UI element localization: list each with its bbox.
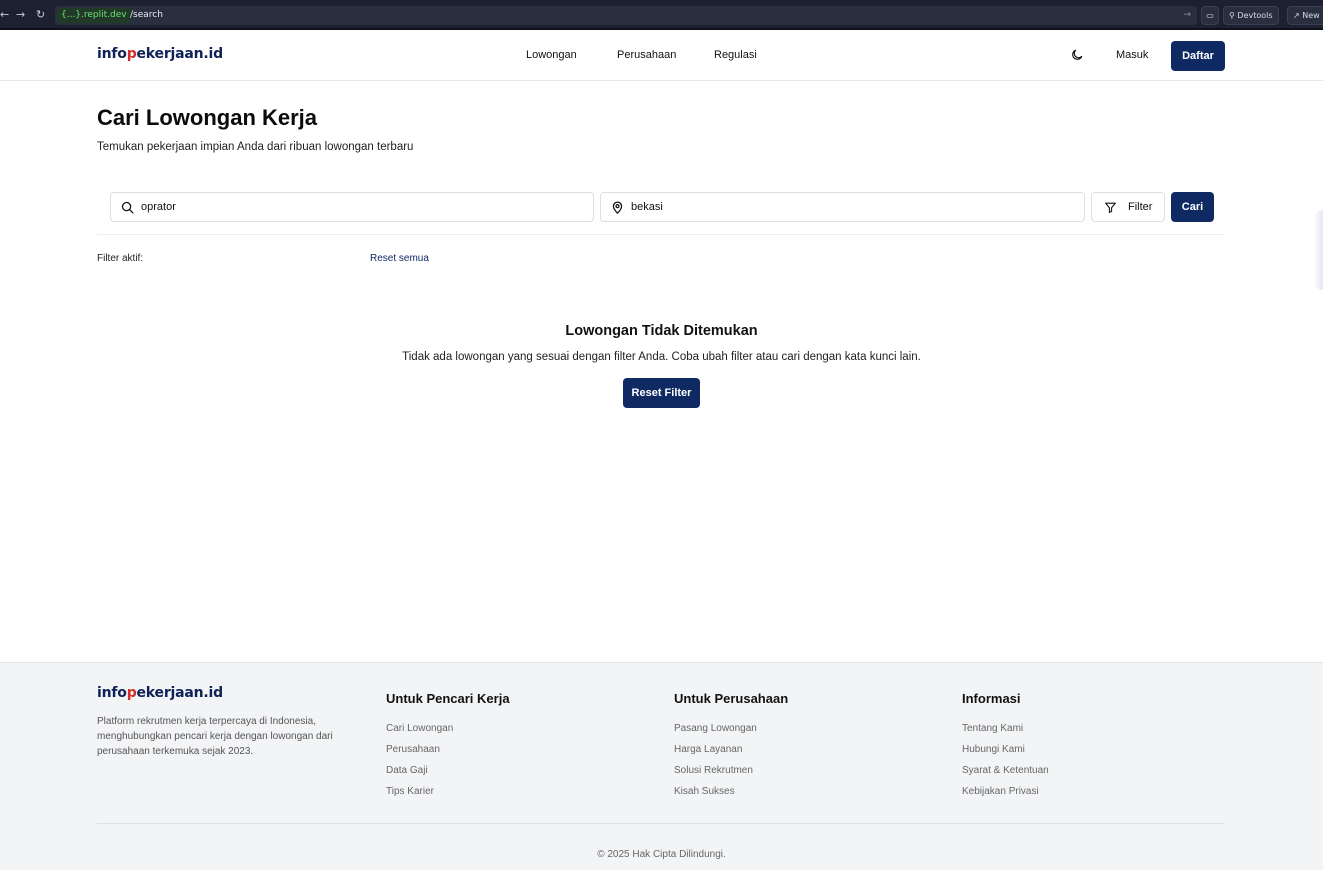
page-subtitle: Temukan pekerjaan impian Anda dari ribua… xyxy=(97,141,414,153)
reload-icon[interactable]: ↻ xyxy=(36,8,45,22)
filter-button[interactable]: Filter xyxy=(1091,192,1165,222)
go-arrow-icon[interactable]: → xyxy=(1183,8,1191,23)
footer-link[interactable]: Harga Layanan xyxy=(674,743,788,764)
location-search-field[interactable] xyxy=(600,192,1085,222)
page-title: Cari Lowongan Kerja xyxy=(97,105,318,130)
footer-heading: Informasi xyxy=(962,691,1021,706)
reset-filter-button[interactable]: Reset Filter xyxy=(623,378,700,408)
footer-column-job-seekers: Untuk Pencari Kerja Cari Lowongan Perusa… xyxy=(386,691,510,806)
footer-link[interactable]: Data Gaji xyxy=(386,764,510,785)
new-tab-button[interactable]: ↗ New xyxy=(1287,6,1323,25)
footer-heading: Untuk Pencari Kerja xyxy=(386,691,510,706)
footer-description: Platform rekrutmen kerja terpercaya di I… xyxy=(97,716,333,757)
url-host: {...}.replit.dev xyxy=(57,8,131,23)
copyright: © 2025 Hak Cipta Dilindungi. xyxy=(597,849,726,860)
footer-link[interactable]: Solusi Rekrutmen xyxy=(674,764,788,785)
filter-icon xyxy=(1105,202,1116,213)
empty-state-title: Lowongan Tidak Ditemukan xyxy=(565,323,758,339)
moon-icon[interactable] xyxy=(1070,48,1084,62)
login-button[interactable]: Masuk xyxy=(1116,49,1148,61)
address-bar[interactable]: {...}.replit.dev /search → xyxy=(55,6,1197,25)
empty-state-description: Tidak ada lowongan yang sesuai dengan fi… xyxy=(402,351,921,363)
filter-label: Filter xyxy=(1128,201,1153,213)
site-logo[interactable]: infopekerjaan.id xyxy=(97,46,223,62)
footer-link[interactable]: Tentang Kami xyxy=(962,722,1049,743)
reset-all-link[interactable]: Reset semua xyxy=(370,253,429,264)
footer-logo[interactable]: infopekerjaan.id xyxy=(97,685,223,701)
footer-link[interactable]: Tips Karier xyxy=(386,785,510,806)
browser-toolbar: ← → ↻ {...}.replit.dev /search → ▭ ⚲ Dev… xyxy=(0,0,1323,30)
footer-link[interactable]: Syarat & Ketentuan xyxy=(962,764,1049,785)
keyword-input[interactable] xyxy=(141,193,541,221)
footer-link[interactable]: Pasang Lowongan xyxy=(674,722,788,743)
location-input[interactable] xyxy=(631,193,1031,221)
footer-link[interactable]: Kisah Sukses xyxy=(674,785,788,806)
map-pin-icon xyxy=(612,201,623,214)
register-button[interactable]: Daftar xyxy=(1171,41,1225,71)
footer-link[interactable]: Hubungi Kami xyxy=(962,743,1049,764)
new-label: New xyxy=(1302,11,1320,20)
footer-column-companies: Untuk Perusahaan Pasang Lowongan Harga L… xyxy=(674,691,788,806)
url-path: /search xyxy=(130,10,163,20)
nav-perusahaan[interactable]: Perusahaan xyxy=(617,49,676,61)
nav-regulasi[interactable]: Regulasi xyxy=(714,49,757,61)
search-button[interactable]: Cari xyxy=(1171,192,1214,222)
divider xyxy=(97,234,1225,235)
active-filter-label: Filter aktif: xyxy=(97,253,144,264)
footer-heading: Untuk Perusahaan xyxy=(674,691,789,706)
keyword-search-field[interactable] xyxy=(110,192,594,222)
devtools-button[interactable]: ⚲ Devtools xyxy=(1223,6,1279,25)
footer-link[interactable]: Perusahaan xyxy=(386,743,510,764)
forward-arrow-icon[interactable]: → xyxy=(16,8,25,22)
nav-lowongan[interactable]: Lowongan xyxy=(526,49,577,61)
search-icon xyxy=(121,201,134,214)
site-footer: infopekerjaan.id Platform rekrutmen kerj… xyxy=(0,662,1323,870)
back-arrow-icon[interactable]: ← xyxy=(0,8,9,22)
device-icon[interactable]: ▭ xyxy=(1201,6,1219,25)
footer-link[interactable]: Kebijakan Privasi xyxy=(962,785,1049,806)
footer-link[interactable]: Cari Lowongan xyxy=(386,722,510,743)
site-header: infopekerjaan.id Lowongan Perusahaan Reg… xyxy=(0,32,1323,81)
footer-column-information: Informasi Tentang Kami Hubungi Kami Syar… xyxy=(962,691,1049,806)
edge-shadow xyxy=(1313,210,1323,290)
footer-divider xyxy=(97,823,1225,824)
devtools-label: Devtools xyxy=(1237,11,1273,20)
